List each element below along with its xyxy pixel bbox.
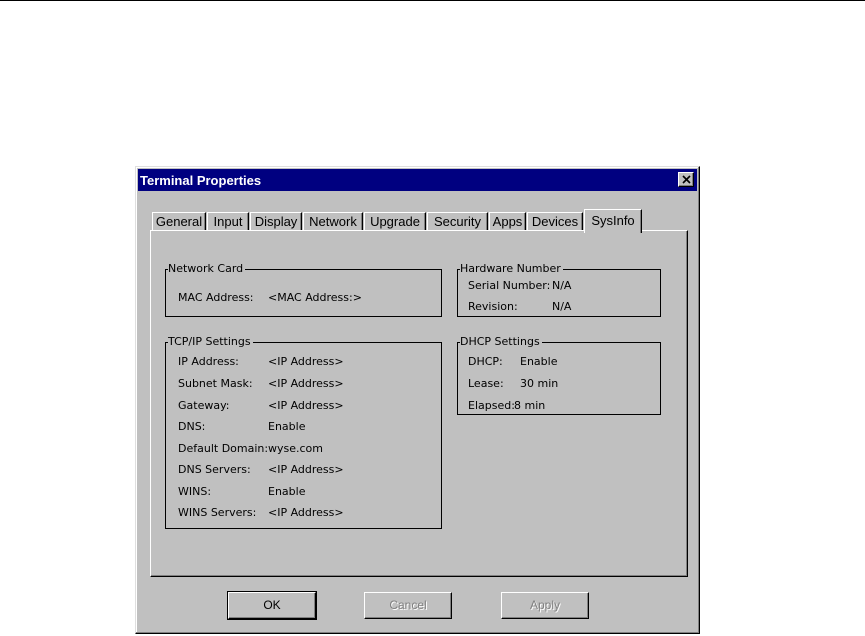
- group-legend: Hardware Number: [460, 262, 563, 275]
- tab-upgrade[interactable]: Upgrade: [364, 212, 426, 231]
- dhcp-settings-group: DHCP Settings DHCP: Enable Lease: 30 min…: [457, 336, 661, 415]
- elapsed-value: 8 min: [514, 399, 546, 412]
- wins-servers-value: <IP Address>: [268, 506, 344, 519]
- tab-sysinfo[interactable]: SysInfo: [584, 209, 642, 233]
- default-domain-label: Default Domain:: [178, 442, 269, 455]
- subnet-mask-label: Subnet Mask:: [178, 377, 253, 390]
- revision-label: Revision:: [468, 300, 518, 313]
- gateway-label: Gateway:: [178, 399, 230, 412]
- window-title: Terminal Properties: [140, 173, 262, 188]
- dhcp-label: DHCP:: [468, 355, 503, 368]
- wins-label: WINS:: [178, 485, 212, 498]
- top-rule: [0, 0, 865, 1]
- group-legend: TCP/IP Settings: [168, 335, 253, 348]
- tab-devices[interactable]: Devices: [527, 212, 583, 231]
- tab-network[interactable]: Network: [303, 212, 363, 231]
- dns-value: Enable: [268, 420, 306, 433]
- wins-value: Enable: [268, 485, 306, 498]
- tab-label: Input: [213, 214, 243, 229]
- default-domain-value: wyse.com: [268, 442, 323, 455]
- tab-label: Upgrade: [370, 214, 420, 229]
- tab-label: General: [155, 214, 203, 229]
- revision-value: N/A: [552, 300, 572, 313]
- serial-number-value: N/A: [552, 279, 572, 292]
- ip-address-label: IP Address:: [178, 355, 239, 368]
- ip-address-value: <IP Address>: [268, 355, 344, 368]
- tcpip-settings-group: TCP/IP Settings IP Address: <IP Address>…: [165, 336, 442, 529]
- dhcp-value: Enable: [520, 355, 558, 368]
- tab-label: Security: [434, 214, 481, 229]
- cancel-button[interactable]: Cancel: [364, 592, 452, 619]
- tab-label: Display: [254, 214, 298, 229]
- group-legend: DHCP Settings: [460, 335, 542, 348]
- tab-display[interactable]: Display: [250, 212, 302, 231]
- dns-label: DNS:: [178, 420, 206, 433]
- group-legend: Network Card: [168, 262, 246, 275]
- title-bar[interactable]: Terminal Properties: [138, 169, 697, 191]
- tab-label: SysInfo: [591, 213, 635, 228]
- elapsed-label: Elapsed:: [468, 399, 515, 412]
- wins-servers-label: WINS Servers:: [178, 506, 257, 519]
- tab-general[interactable]: General: [152, 212, 206, 231]
- tab-input[interactable]: Input: [207, 212, 249, 231]
- lease-label: Lease:: [468, 377, 504, 390]
- tab-label: Apps: [492, 214, 523, 229]
- close-icon: [682, 175, 691, 184]
- serial-number-label: Serial Number:: [468, 279, 551, 292]
- network-card-group: Network Card MAC Address: <MAC Address:>: [165, 263, 442, 317]
- ok-button[interactable]: OK: [227, 591, 317, 620]
- tab-security[interactable]: Security: [427, 212, 488, 231]
- cancel-button-label: Cancel: [389, 598, 427, 612]
- dns-servers-value: <IP Address>: [268, 463, 344, 476]
- close-button[interactable]: [678, 172, 694, 187]
- tab-label: Network: [309, 214, 357, 229]
- gateway-value: <IP Address>: [268, 399, 344, 412]
- tab-label: Devices: [531, 214, 579, 229]
- dns-servers-label: DNS Servers:: [178, 463, 251, 476]
- mac-address-label: MAC Address:: [178, 291, 254, 304]
- terminal-properties-dialog: Terminal Properties General Input Displa…: [135, 166, 700, 634]
- lease-value: 30 min: [520, 377, 559, 390]
- mac-address-value: <MAC Address:>: [268, 291, 362, 304]
- hardware-number-group: Hardware Number Serial Number: N/A Revis…: [457, 263, 661, 317]
- apply-button[interactable]: Apply: [501, 592, 589, 619]
- tab-apps[interactable]: Apps: [489, 212, 526, 231]
- apply-button-label: Apply: [529, 598, 561, 612]
- ok-button-label: OK: [263, 598, 281, 612]
- subnet-mask-value: <IP Address>: [268, 377, 344, 390]
- sysinfo-panel: Network Card MAC Address: <MAC Address:>…: [150, 230, 688, 577]
